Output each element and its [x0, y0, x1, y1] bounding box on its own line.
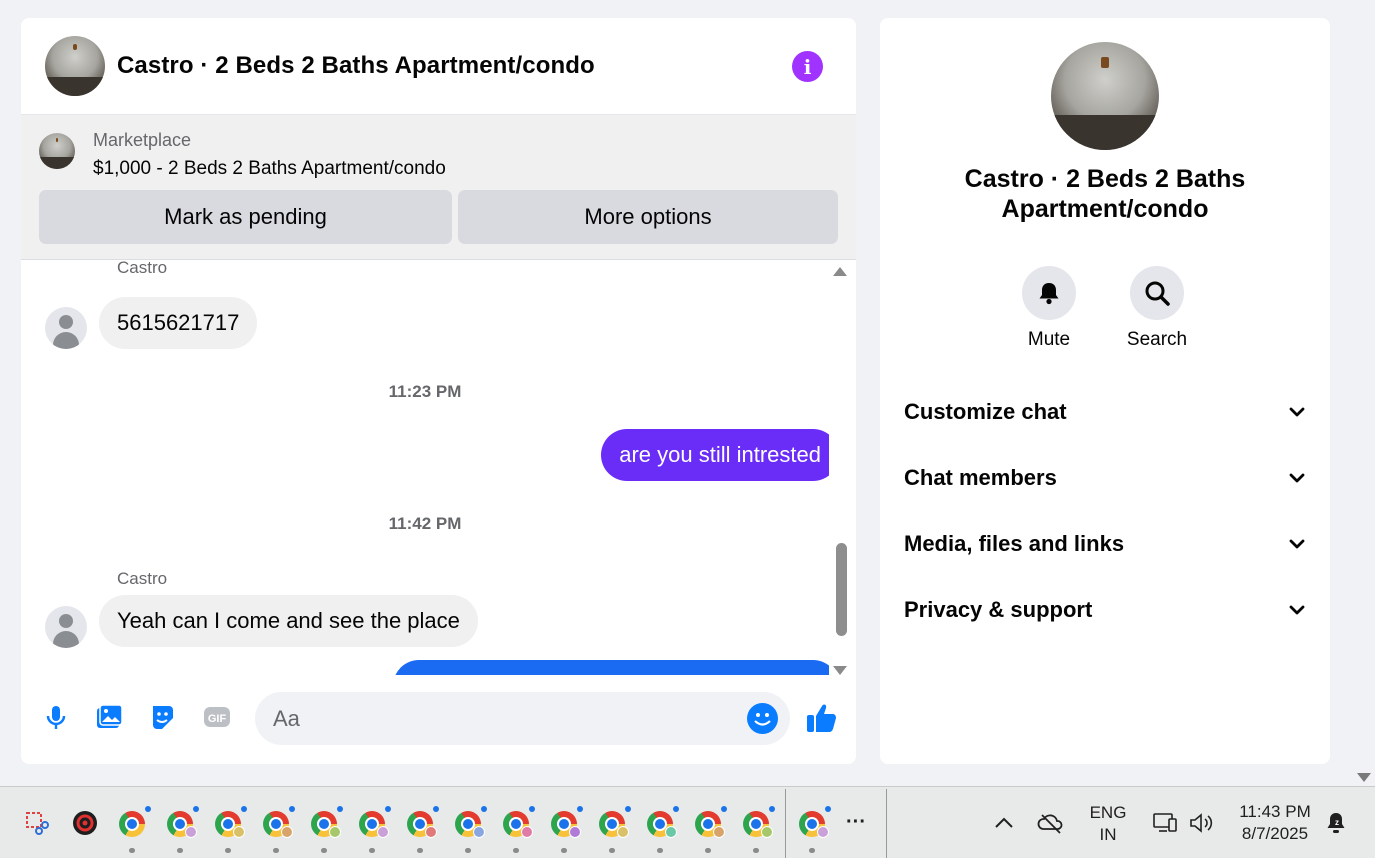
conversation-title: Castro · 2 Beds 2 Baths Apartment/condo — [964, 165, 1246, 223]
snipping-tool-icon[interactable] — [23, 809, 51, 837]
scroll-thumb[interactable] — [836, 543, 847, 636]
chrome-icon[interactable] — [503, 806, 535, 838]
listing-thumbnail[interactable] — [39, 133, 75, 169]
thumbs-up-icon[interactable] — [804, 700, 840, 736]
chrome-icon[interactable] — [311, 806, 343, 838]
chrome-icon[interactable] — [215, 806, 247, 838]
chrome-icon[interactable] — [743, 806, 775, 838]
composer: GIF — [21, 686, 856, 746]
sticker-icon[interactable] — [148, 702, 178, 732]
page-scrollbar[interactable] — [1353, 0, 1375, 786]
scroll-up-arrow[interactable] — [833, 267, 847, 276]
conversation-info-panel: Castro · 2 Beds 2 Baths Apartment/condo … — [880, 18, 1330, 764]
profile-avatar[interactable] — [1051, 42, 1159, 150]
chrome-icon[interactable] — [359, 806, 391, 838]
section-label: Chat members — [904, 465, 1057, 490]
chat-panel: Castro · 2 Beds 2 Baths Apartment/condo … — [21, 18, 856, 764]
chrome-icon[interactable] — [799, 806, 831, 838]
emoji-icon[interactable] — [747, 703, 778, 734]
message-bubble[interactable]: Yeah can I come and see the place — [99, 595, 478, 647]
chrome-icon[interactable] — [455, 806, 487, 838]
photo-icon[interactable] — [94, 702, 124, 732]
timestamp-separator: 11:23 PM — [388, 382, 462, 401]
language-indicator[interactable]: ENG IN — [1086, 802, 1130, 846]
app-icon[interactable] — [71, 809, 99, 837]
section-label: Privacy & support — [904, 597, 1093, 622]
scroll-down-arrow[interactable] — [833, 666, 847, 675]
avatar[interactable] — [45, 606, 87, 648]
chrome-icon[interactable] — [407, 806, 439, 838]
search-button[interactable]: Search — [1117, 266, 1197, 351]
chevron-down-icon — [1289, 539, 1305, 549]
chevron-down-icon — [1289, 605, 1305, 615]
message-scrollbar[interactable] — [833, 263, 849, 675]
chrome-icon[interactable] — [647, 806, 679, 838]
chevron-down-icon — [1289, 407, 1305, 417]
svg-text:z: z — [1335, 818, 1339, 827]
chat-title[interactable]: Castro · 2 Beds 2 Baths Apartment/condo — [117, 52, 595, 80]
section-label: Customize chat — [904, 399, 1067, 424]
search-label: Search — [1126, 329, 1188, 350]
message-bubble[interactable]: as soon as possible I will text you..Tha… — [393, 660, 829, 675]
privacy-support-section[interactable]: Privacy & support — [904, 590, 1306, 630]
network-icon[interactable] — [1151, 809, 1179, 837]
chrome-icon[interactable] — [119, 806, 151, 837]
chevron-down-icon — [1289, 473, 1305, 483]
avatar[interactable] — [45, 307, 87, 349]
message-bubble[interactable]: are you still intrested — [601, 429, 829, 481]
chrome-icon[interactable] — [695, 806, 727, 838]
clock-date: 8/7/2025 — [1241, 824, 1309, 843]
microphone-icon[interactable] — [41, 702, 71, 732]
chrome-icon[interactable] — [167, 806, 199, 838]
marketplace-label: Marketplace — [93, 130, 192, 150]
more-options-button[interactable]: More options — [458, 190, 838, 244]
search-icon — [1145, 281, 1170, 306]
volume-icon[interactable] — [1187, 809, 1215, 837]
gif-icon[interactable]: GIF — [202, 702, 232, 732]
chat-members-section[interactable]: Chat members — [904, 458, 1306, 498]
timestamp-separator: 11:42 PM — [388, 514, 462, 533]
listing-title[interactable]: $1,000 - 2 Beds 2 Baths Apartment/condo — [93, 158, 446, 180]
scroll-down-arrow[interactable] — [1357, 773, 1371, 782]
sender-name: Castro — [117, 569, 168, 588]
chat-avatar[interactable] — [45, 36, 105, 96]
media-files-links-section[interactable]: Media, files and links — [904, 524, 1306, 564]
language-code: ENG — [1089, 803, 1127, 822]
bell-icon — [1039, 283, 1059, 305]
chrome-icon[interactable] — [551, 806, 583, 838]
sender-name: Castro — [117, 260, 168, 277]
clock[interactable]: 11:43 PM 8/7/2025 — [1230, 801, 1320, 845]
mute-button[interactable]: Mute — [1009, 266, 1089, 351]
taskbar: ··· ENG IN 11:43 PM 8/7/2025 z — [0, 786, 1375, 858]
clock-time: 11:43 PM — [1239, 802, 1311, 821]
chat-header: Castro · 2 Beds 2 Baths Apartment/condo … — [21, 18, 856, 115]
region-code: IN — [1099, 825, 1117, 844]
section-label: Media, files and links — [904, 531, 1125, 556]
more-apps-icon[interactable]: ··· — [846, 811, 866, 833]
onedrive-offline-icon[interactable] — [1037, 809, 1065, 837]
marketplace-banner: Marketplace $1,000 - 2 Beds 2 Baths Apar… — [21, 115, 856, 260]
message-bubble[interactable]: 5615621717 — [99, 297, 258, 349]
mute-label: Mute — [1027, 329, 1071, 350]
mark-as-pending-button[interactable]: Mark as pending — [39, 190, 452, 244]
message-list: Castro 5615621717 11:23 PM are you still… — [21, 260, 829, 675]
chrome-icon[interactable] — [599, 806, 631, 838]
notification-bell-icon[interactable]: z — [1322, 809, 1350, 837]
customize-chat-section[interactable]: Customize chat — [904, 392, 1306, 432]
info-icon[interactable]: i — [792, 51, 823, 82]
svg-text:GIF: GIF — [208, 713, 227, 725]
chrome-icon[interactable] — [263, 806, 295, 838]
chevron-up-icon[interactable] — [990, 809, 1018, 837]
message-input[interactable] — [255, 692, 790, 745]
